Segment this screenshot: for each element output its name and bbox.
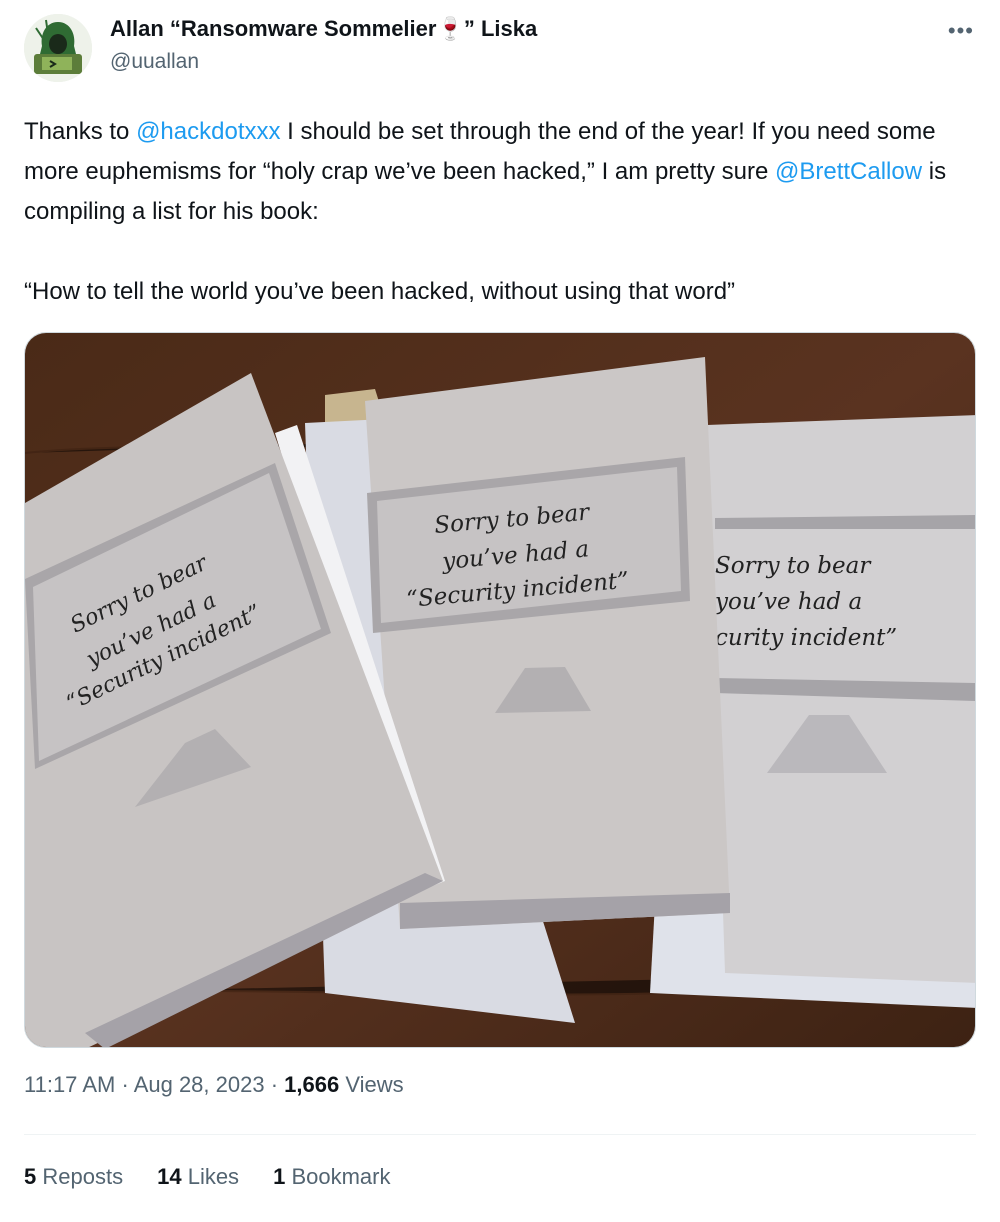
reposts-label: Reposts xyxy=(42,1164,124,1189)
author-avatar[interactable] xyxy=(24,14,92,82)
views-label: Views xyxy=(345,1072,404,1097)
card-right-line1: Sorry to bear xyxy=(715,553,872,579)
likes-count: 14 xyxy=(157,1164,182,1189)
tweet-header: Allan “Ransomware Sommelier🍷” Liska @uua… xyxy=(24,12,976,88)
hooded-figure-avatar-icon xyxy=(24,14,92,82)
likes-label: Likes xyxy=(187,1164,240,1189)
tweet-text: Thanks to @hackdotxxx I should be set th… xyxy=(24,112,974,312)
author-handle[interactable]: @uuallan xyxy=(110,50,199,74)
card-right-line3: curity incident” xyxy=(715,625,897,651)
bookmarks-stat[interactable]: 1 Bookmark xyxy=(273,1164,390,1190)
divider xyxy=(24,1134,976,1135)
tweet-quote: “How to tell the world you’ve been hacke… xyxy=(24,278,736,305)
engagement-stats: 5 Reposts 14 Likes 1 Bookmark xyxy=(24,1164,390,1190)
text-segment: Thanks to xyxy=(24,118,137,145)
tweet-date[interactable]: Aug 28, 2023 xyxy=(134,1072,265,1097)
mention-hackdotxxx[interactable]: @hackdotxxx xyxy=(136,118,280,145)
tweet-photo[interactable]: Sorry to bear you’ve had a curity incide… xyxy=(24,332,976,1048)
reposts-count: 5 xyxy=(24,1164,37,1189)
tweet-meta: 11:17 AM · Aug 28, 2023 · 1,666 Views xyxy=(24,1072,404,1098)
bookmarks-count: 1 xyxy=(273,1164,286,1189)
views-count: 1,666 xyxy=(284,1072,340,1097)
tweet-time[interactable]: 11:17 AM xyxy=(24,1072,115,1097)
greeting-cards-photo: Sorry to bear you’ve had a curity incide… xyxy=(25,333,975,1047)
reposts-stat[interactable]: 5 Reposts xyxy=(24,1164,123,1190)
card-right-line2: you’ve had a xyxy=(714,589,862,615)
tweet-paragraph: Thanks to @hackdotxxx I should be set th… xyxy=(24,112,974,232)
meta-separator: · xyxy=(121,1072,129,1097)
meta-separator: · xyxy=(270,1072,279,1097)
likes-stat[interactable]: 14 Likes xyxy=(157,1164,239,1190)
bookmarks-label: Bookmark xyxy=(291,1164,391,1189)
author-name[interactable]: Allan “Ransomware Sommelier🍷” Liska xyxy=(110,16,537,42)
more-options-icon[interactable]: ••• xyxy=(948,18,974,44)
mention-brettcallow[interactable]: @BrettCallow xyxy=(775,158,922,185)
